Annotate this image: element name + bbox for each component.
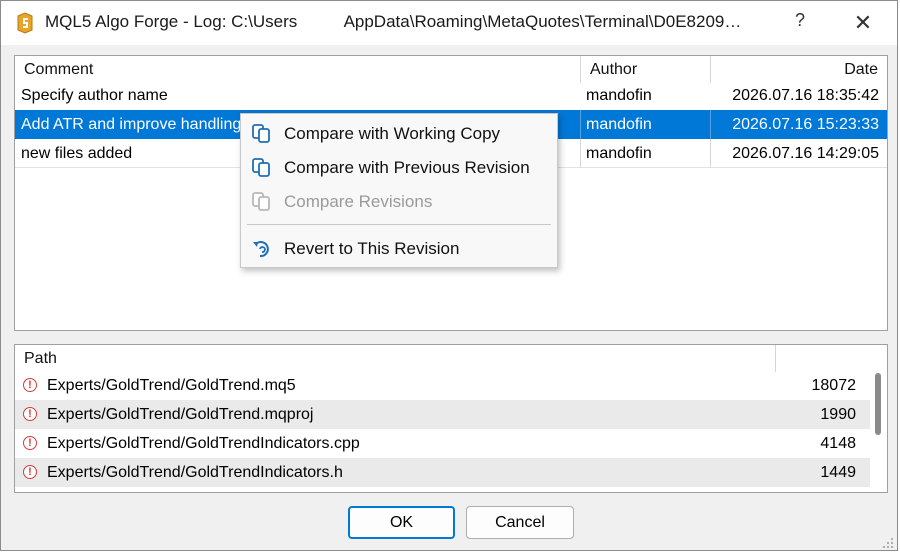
help-button[interactable]: ? (789, 10, 811, 36)
close-button[interactable]: ✕ (851, 10, 875, 36)
menu-separator (247, 224, 551, 225)
file-size: 18072 (811, 377, 857, 394)
menu-item-label: Compare Revisions (284, 192, 433, 211)
menu-item-compare-previous-revision[interactable]: Compare with Previous Revision (241, 151, 557, 185)
menu-item-label: Revert to This Revision (284, 239, 460, 258)
menu-item-label: Compare with Previous Revision (284, 158, 530, 177)
log-date: 2026.07.16 18:35:42 (732, 87, 879, 104)
ok-button[interactable]: OK (348, 506, 455, 539)
column-header-comment[interactable]: Comment (24, 56, 580, 83)
compare-icon (252, 158, 270, 177)
file-row[interactable]: Experts/GoldTrend/GoldTrend.mqproj 1990 (15, 400, 870, 429)
menu-item-revert-revision[interactable]: Revert to This Revision (241, 232, 557, 266)
log-author: mandofin (586, 145, 652, 162)
log-comment: Specify author name (21, 87, 168, 104)
column-header-date[interactable]: Date (711, 56, 878, 83)
file-path: Experts/GoldTrend/GoldTrend.mq5 (47, 377, 296, 394)
file-size: 1449 (820, 464, 856, 481)
window-title: MQL5 Algo Forge - Log: C:\Users AppData\… (45, 12, 742, 31)
resize-grip-icon[interactable] (881, 536, 895, 550)
vertical-scrollbar[interactable] (870, 345, 887, 492)
column-header-size[interactable] (776, 345, 856, 372)
cancel-button[interactable]: Cancel (466, 506, 574, 539)
menu-item-compare-revisions: Compare Revisions (241, 185, 557, 219)
cell-divider (580, 139, 581, 168)
dialog-window: MQL5 Algo Forge - Log: C:\Users AppData\… (0, 0, 898, 551)
title-bar[interactable]: MQL5 Algo Forge - Log: C:\Users AppData\… (1, 1, 897, 45)
log-date: 2026.07.16 14:29:05 (732, 145, 879, 162)
column-header-path[interactable]: Path (24, 345, 774, 372)
menu-item-compare-working-copy[interactable]: Compare with Working Copy (241, 117, 557, 151)
log-row[interactable]: Specify author name mandofin 2026.07.16 … (15, 81, 887, 110)
file-size: 1990 (820, 406, 856, 423)
column-divider (580, 56, 581, 83)
context-menu: Compare with Working Copy Compare with P… (240, 113, 558, 268)
error-icon (23, 378, 37, 392)
changed-files-table[interactable]: Path Experts/GoldTrend/GoldTrend.mq5 180… (14, 344, 888, 493)
file-path: Experts/GoldTrend/GoldTrendIndicators.cp… (47, 435, 360, 452)
error-icon (23, 465, 37, 479)
log-author: mandofin (586, 116, 652, 133)
log-date: 2026.07.16 15:23:33 (732, 116, 879, 133)
file-path: Experts/GoldTrend/GoldTrend.mqproj (47, 406, 314, 423)
file-row[interactable]: Experts/GoldTrend/GoldTrendIndicators.h … (15, 458, 870, 487)
file-row[interactable]: Experts/GoldTrend/GoldTrend.mq5 18072 (15, 371, 870, 400)
mql5-app-icon (17, 12, 33, 34)
cell-divider (580, 110, 581, 139)
error-icon (23, 436, 37, 450)
compare-icon (252, 192, 270, 211)
menu-item-label: Compare with Working Copy (284, 124, 501, 143)
file-row[interactable]: Experts/GoldTrend/GoldTrendIndicators.cp… (15, 429, 870, 458)
revert-icon (253, 241, 269, 258)
file-size: 4148 (820, 435, 856, 452)
error-icon (23, 407, 37, 421)
scrollbar-thumb[interactable] (875, 373, 881, 435)
column-header-author[interactable]: Author (590, 56, 710, 83)
file-path: Experts/GoldTrend/GoldTrendIndicators.h (47, 464, 343, 481)
compare-icon (252, 124, 270, 143)
log-author: mandofin (586, 87, 652, 104)
